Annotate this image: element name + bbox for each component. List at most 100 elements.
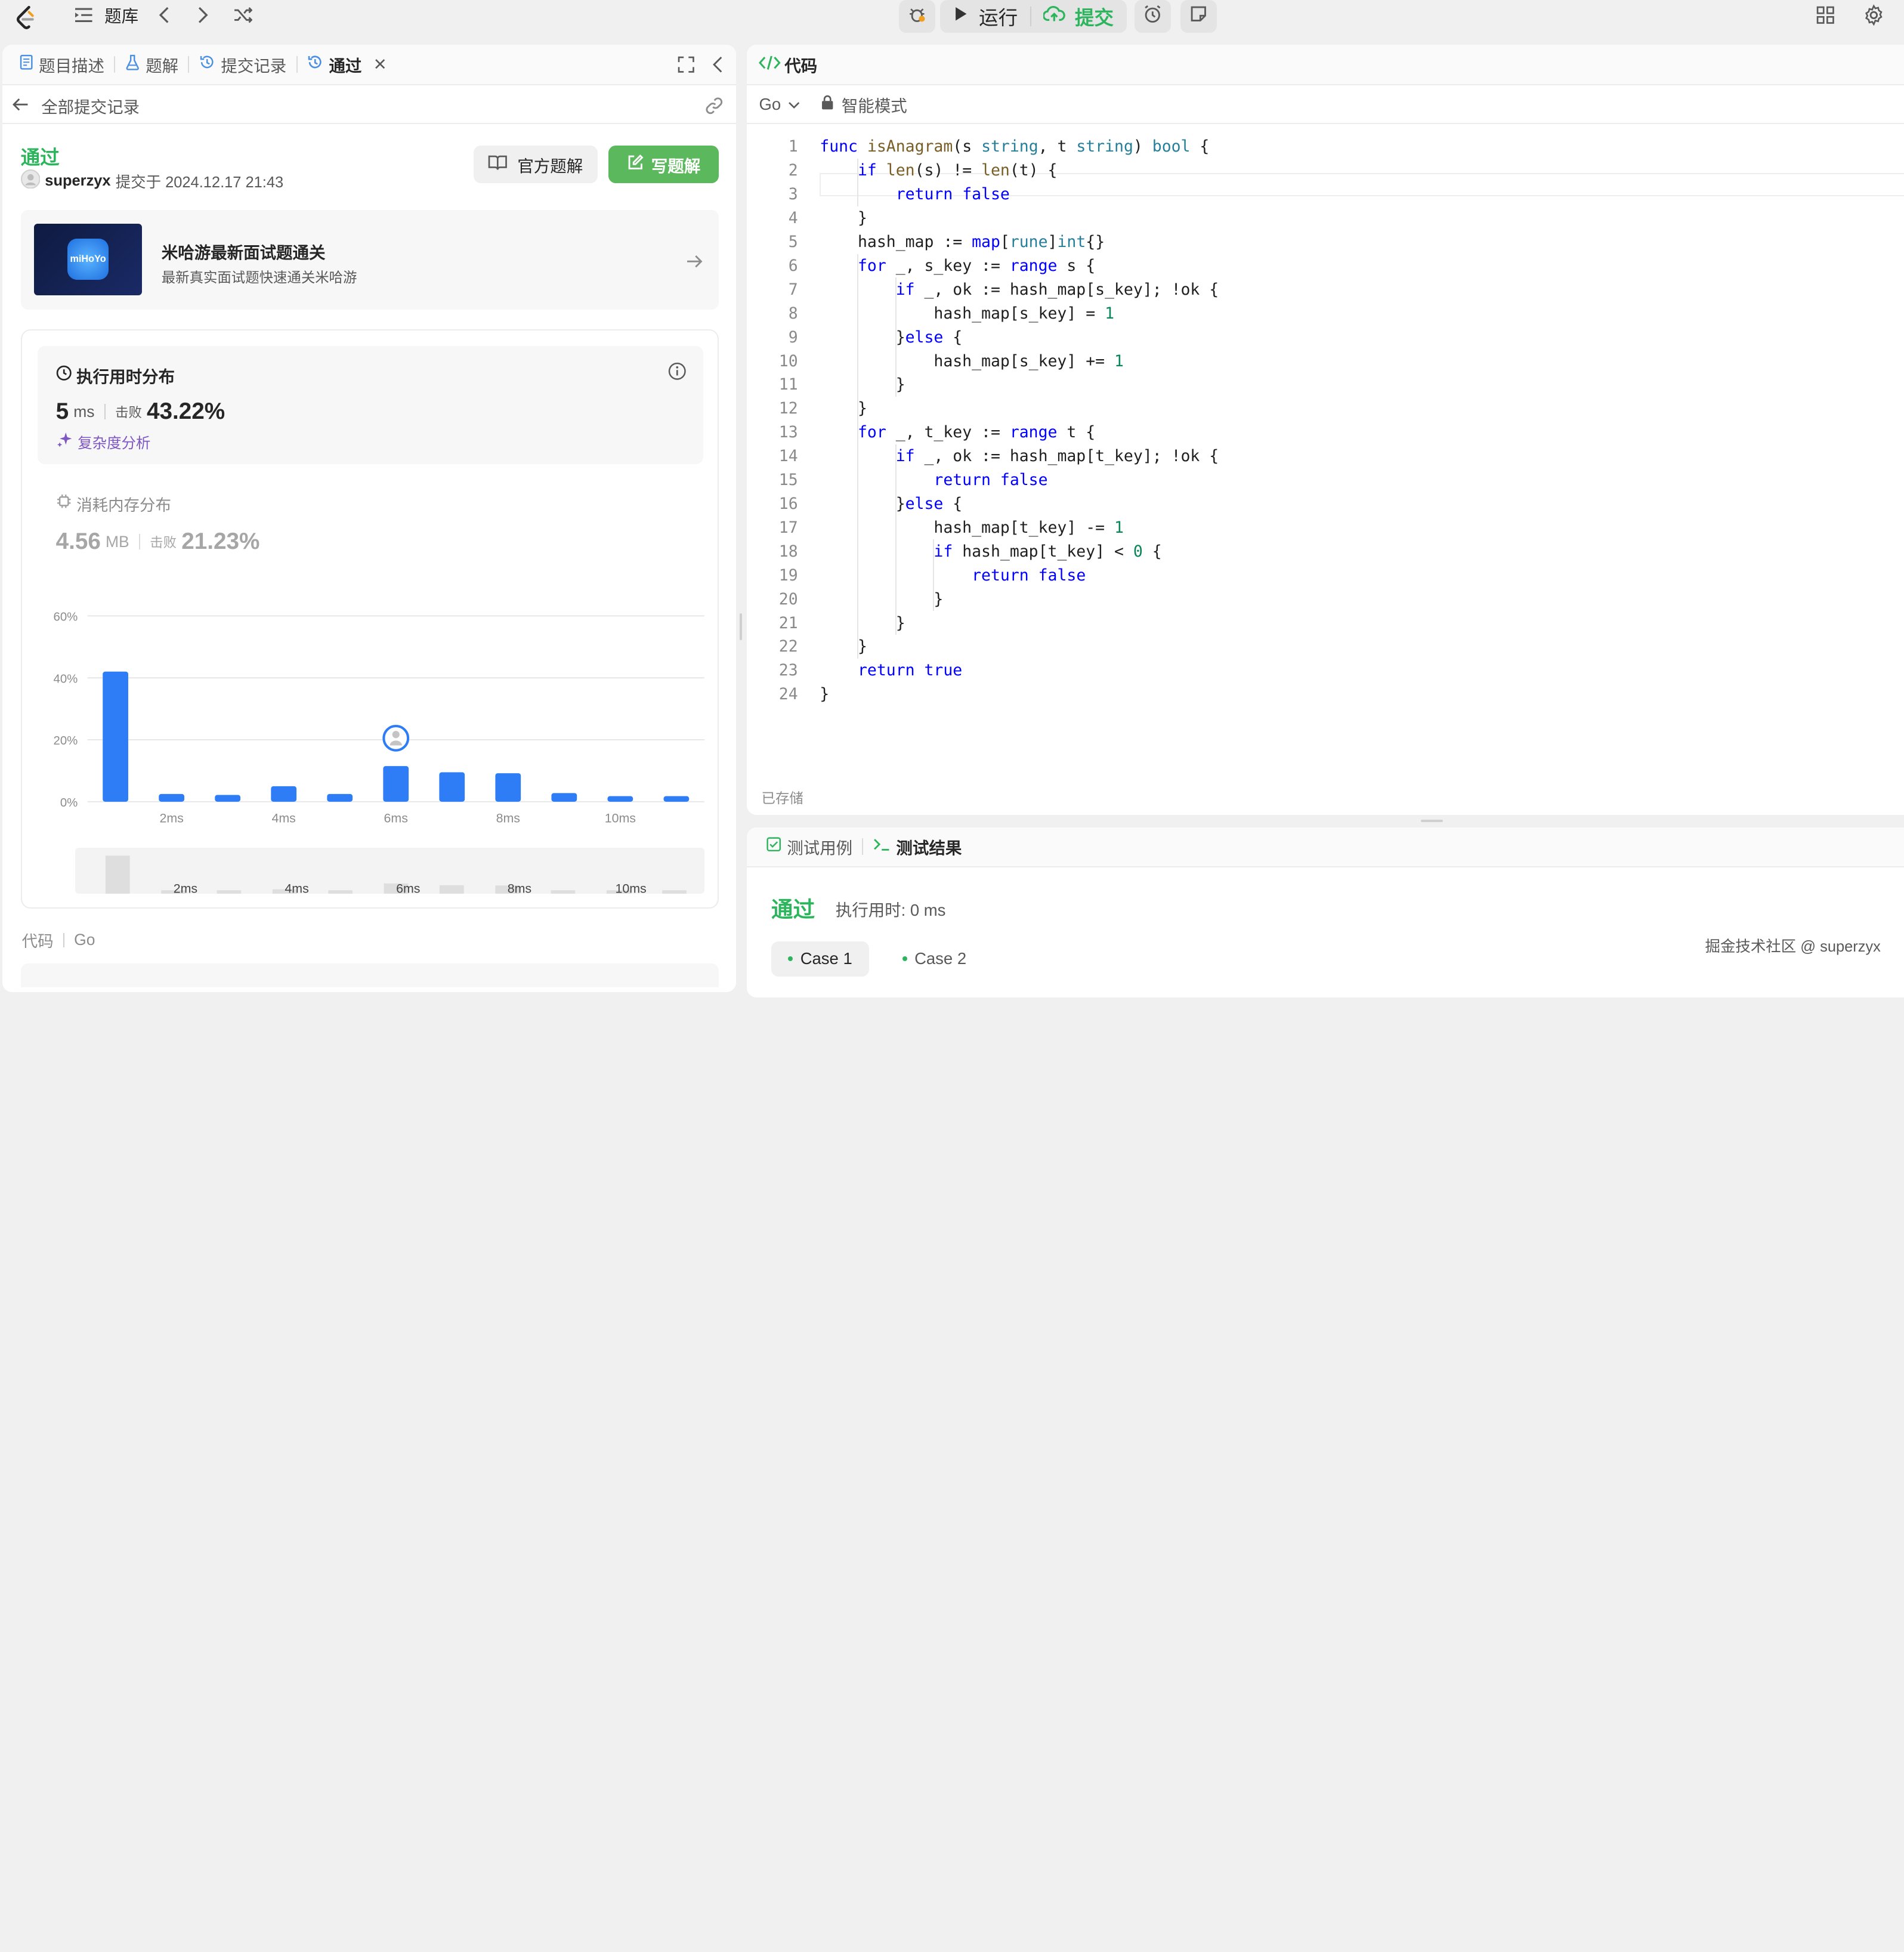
memory-header[interactable]: 消耗内存分布 bbox=[56, 492, 171, 515]
code-line[interactable]: 21 } bbox=[747, 611, 1904, 635]
code-text: if _, ok := hash_map[s_key]; !ok { bbox=[895, 280, 1219, 299]
code-text: hash_map := map[rune]int{} bbox=[820, 233, 1105, 252]
code-line[interactable]: 14 if _, ok := hash_map[t_key]; !ok { bbox=[747, 444, 1904, 468]
close-icon[interactable] bbox=[374, 55, 386, 74]
runtime-card[interactable]: 执行用时分布 5 ms 击败 43.22% 复杂度分析 bbox=[38, 346, 703, 464]
link-icon[interactable] bbox=[704, 96, 724, 121]
problem-list-link[interactable]: 题库 bbox=[68, 0, 138, 30]
note-button[interactable] bbox=[1180, 0, 1217, 33]
chart-bar[interactable] bbox=[271, 786, 297, 802]
memory-beats-value: 21.23% bbox=[181, 529, 260, 554]
settings-gear-icon[interactable] bbox=[1858, 0, 1890, 30]
code-line[interactable]: 12 } bbox=[747, 397, 1904, 421]
code-line[interactable]: 17 hash_map[t_key] -= 1 bbox=[747, 515, 1904, 539]
code-line[interactable]: 1 func isAnagram(s string, t string) bool… bbox=[747, 135, 1904, 159]
write-solution-button[interactable]: 写题解 bbox=[608, 146, 719, 184]
promo-subtitle: 最新真实面试题快速通关米哈游 bbox=[161, 269, 357, 285]
code-line[interactable]: 3 return false bbox=[747, 183, 1904, 206]
code-line[interactable]: 5 hash_map := map[rune]int{} bbox=[747, 230, 1904, 254]
chip-icon bbox=[56, 493, 72, 513]
complexity-label: 复杂度分析 bbox=[78, 435, 151, 452]
smart-mode-toggle[interactable]: 智能模式 bbox=[821, 94, 907, 116]
code-line[interactable]: 7 if _, ok := hash_map[s_key]; !ok { bbox=[747, 277, 1904, 301]
write-solution-label: 写题解 bbox=[651, 156, 701, 175]
range-overview[interactable]: 2ms 4ms 6ms 8ms 10ms bbox=[75, 848, 704, 894]
chart-bar[interactable] bbox=[439, 772, 465, 802]
user-avatar-marker bbox=[382, 724, 410, 752]
chart-bar[interactable] bbox=[103, 671, 128, 802]
code-line[interactable]: 22 } bbox=[747, 635, 1904, 659]
code-line[interactable]: 13 for _, t_key := range t { bbox=[747, 421, 1904, 444]
language-select[interactable]: Go bbox=[759, 94, 800, 116]
tab-divider bbox=[114, 55, 116, 73]
case-1-tab[interactable]: Case 1 bbox=[771, 941, 870, 977]
code-line[interactable]: 23 return true bbox=[747, 659, 1904, 682]
layout-icon[interactable] bbox=[1810, 0, 1841, 30]
code-line[interactable]: 18 if hash_map[t_key] < 0 { bbox=[747, 539, 1904, 563]
line-number: 2 bbox=[788, 161, 798, 180]
chart-bar[interactable] bbox=[607, 796, 633, 802]
chart-bar[interactable] bbox=[495, 773, 521, 802]
back-row[interactable]: 全部提交记录 bbox=[12, 94, 140, 118]
tab-test-result[interactable]: 测试结果 bbox=[868, 827, 967, 867]
code-line[interactable]: 6 for _, s_key := range s { bbox=[747, 254, 1904, 278]
avatar[interactable] bbox=[20, 169, 41, 193]
alarm-button[interactable] bbox=[1134, 0, 1171, 33]
runtime-title: 执行用时分布 bbox=[76, 367, 175, 386]
shuffle-icon[interactable] bbox=[227, 0, 259, 30]
chart-bar[interactable] bbox=[215, 795, 240, 802]
code-line[interactable]: 4 } bbox=[747, 206, 1904, 230]
chevron-right-icon[interactable] bbox=[187, 0, 219, 30]
complexity-analysis-link[interactable]: 复杂度分析 bbox=[56, 431, 151, 453]
submit-button[interactable]: 提交 bbox=[1031, 2, 1126, 30]
code-text: for _, t_key := range t { bbox=[858, 423, 1096, 442]
chart-bar[interactable] bbox=[383, 766, 409, 802]
code-line[interactable]: 11 } bbox=[747, 373, 1904, 397]
promo-banner[interactable]: miHoYo 米哈游最新面试题通关 最新真实面试题快速通关米哈游 bbox=[20, 210, 719, 310]
debug-button[interactable] bbox=[898, 0, 935, 33]
code-line[interactable]: 19 return false bbox=[747, 563, 1904, 587]
code-line[interactable]: 9 }else { bbox=[747, 325, 1904, 349]
tab-description[interactable]: 题目描述 bbox=[14, 45, 109, 84]
chart-bar[interactable] bbox=[327, 793, 353, 802]
code-panel-title: 代码 bbox=[784, 56, 818, 75]
chart-bar[interactable] bbox=[551, 793, 577, 802]
fullscreen-icon[interactable] bbox=[678, 56, 695, 78]
tab-accepted[interactable]: 通过 bbox=[302, 45, 391, 84]
overview-tick-label: 4ms bbox=[285, 881, 309, 894]
code-line[interactable]: 15 return false bbox=[747, 468, 1904, 492]
line-number: 21 bbox=[778, 613, 798, 632]
case-2-tab[interactable]: Case 2 bbox=[892, 941, 976, 977]
pass-dot bbox=[788, 956, 793, 962]
code-line[interactable]: 16 }else { bbox=[747, 492, 1904, 516]
leetcode-logo[interactable] bbox=[12, 4, 41, 33]
lock-icon bbox=[821, 94, 834, 114]
code-line[interactable]: 10 hash_map[s_key] += 1 bbox=[747, 349, 1904, 373]
code-line[interactable]: 24} bbox=[747, 682, 1904, 706]
info-icon[interactable] bbox=[668, 362, 687, 385]
code-text: hash_map[t_key] -= 1 bbox=[820, 518, 1124, 537]
collapse-chevron-icon[interactable] bbox=[712, 56, 724, 78]
tab-solutions[interactable]: 题解 bbox=[120, 45, 183, 84]
code-text: } bbox=[820, 399, 867, 418]
tab-label: 题目描述 bbox=[39, 56, 104, 75]
username[interactable]: superzyx bbox=[45, 172, 110, 190]
code-line[interactable]: 8 hash_map[s_key] = 1 bbox=[747, 301, 1904, 325]
code-text: return false bbox=[934, 471, 1048, 490]
run-submit-group: 运行 提交 bbox=[939, 0, 1127, 33]
official-solution-button[interactable]: 官方题解 bbox=[474, 146, 598, 184]
tab-testcase[interactable]: 测试用例 bbox=[762, 827, 858, 867]
code-line[interactable]: 2 if len(s) != len(t) { bbox=[747, 159, 1904, 183]
runtime-beats-value: 43.22% bbox=[147, 399, 225, 425]
horizontal-resize-handle[interactable] bbox=[1421, 820, 1443, 823]
chart-bar[interactable] bbox=[159, 793, 184, 802]
runtime-distribution-chart[interactable]: 0% 20% 40% 60% 2ms 4ms 6ms 8ms 10ms bbox=[34, 604, 714, 847]
vertical-resize-handle[interactable] bbox=[739, 613, 742, 640]
code-line[interactable]: 20 } bbox=[747, 587, 1904, 611]
chart-bar[interactable] bbox=[663, 796, 690, 802]
tab-label: 题解 bbox=[146, 56, 179, 75]
chevron-left-icon[interactable] bbox=[148, 0, 180, 30]
run-button[interactable]: 运行 bbox=[940, 2, 1030, 30]
tab-label: 测试用例 bbox=[787, 839, 853, 858]
tab-submissions[interactable]: 提交记录 bbox=[194, 45, 292, 84]
